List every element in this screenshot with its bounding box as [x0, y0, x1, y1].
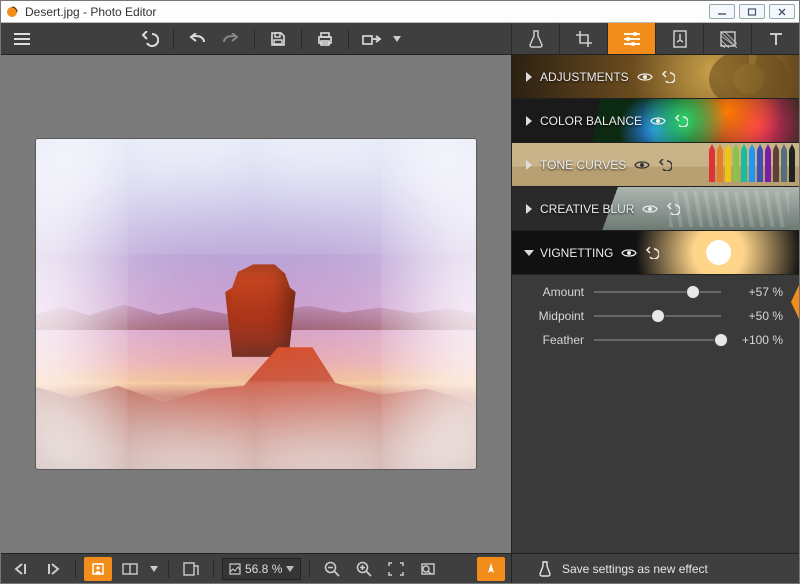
visibility-icon[interactable] — [650, 116, 666, 126]
category-tone-curves[interactable]: TONE CURVES — [512, 143, 799, 187]
save-button[interactable] — [263, 26, 293, 52]
print-button[interactable] — [310, 26, 340, 52]
side-panel: ADJUSTMENTS COLOR BALANCE — [511, 55, 799, 553]
export-button[interactable] — [357, 26, 387, 52]
amount-row: Amount +57 % — [522, 285, 783, 299]
chevron-right-icon — [526, 72, 532, 82]
redo-step-button[interactable] — [216, 26, 246, 52]
maximize-button[interactable] — [739, 4, 765, 19]
chevron-down-icon — [524, 250, 534, 256]
before-after-split-button[interactable] — [116, 557, 144, 581]
visibility-icon[interactable] — [637, 72, 653, 82]
snapshot-button[interactable] — [177, 557, 205, 581]
feather-row: Feather +100 % — [522, 333, 783, 347]
canvas-area[interactable] — [1, 55, 511, 553]
titlebar: Desert.jpg - Photo Editor — [1, 1, 799, 23]
save-effect-link[interactable]: Save settings as new effect — [562, 562, 708, 576]
midpoint-label: Midpoint — [522, 309, 584, 323]
prev-image-button[interactable] — [7, 557, 35, 581]
undo-step-button[interactable] — [182, 26, 212, 52]
before-after-portrait-button[interactable] — [84, 557, 112, 581]
category-creative-blur[interactable]: CREATIVE BLUR — [512, 187, 799, 231]
amount-label: Amount — [522, 285, 584, 299]
canvas-image — [36, 139, 476, 469]
chevron-right-icon — [526, 204, 532, 214]
category-adjustments[interactable]: ADJUSTMENTS — [512, 55, 799, 99]
separator — [254, 29, 255, 49]
frame-icon — [672, 30, 688, 48]
category-label: CREATIVE BLUR — [540, 202, 634, 216]
window-controls — [709, 4, 795, 19]
zoom-display[interactable]: 56.8 % — [222, 558, 301, 580]
visibility-icon[interactable] — [642, 204, 658, 214]
category-vignetting[interactable]: VIGNETTING — [512, 231, 799, 275]
app-window: Desert.jpg - Photo Editor — [0, 0, 800, 584]
chevron-right-icon — [526, 160, 532, 170]
amount-value: +57 % — [731, 285, 783, 299]
zoom-in-button[interactable] — [350, 557, 378, 581]
fit-screen-button[interactable] — [382, 557, 410, 581]
text-tab[interactable] — [751, 23, 799, 54]
separator — [173, 29, 174, 49]
frames-tab[interactable] — [655, 23, 703, 54]
flask-icon — [528, 30, 544, 48]
feather-label: Feather — [522, 333, 584, 347]
amount-slider[interactable] — [594, 285, 721, 299]
visibility-icon[interactable] — [634, 160, 650, 170]
textures-tab[interactable] — [703, 23, 751, 54]
zoom-value: 56.8 % — [245, 562, 282, 576]
feather-slider[interactable] — [594, 333, 721, 347]
chevron-right-icon — [526, 116, 532, 126]
category-label: TONE CURVES — [540, 158, 626, 172]
window-title: Desert.jpg - Photo Editor — [25, 5, 709, 19]
category-color-balance[interactable]: COLOR BALANCE — [512, 99, 799, 143]
reset-icon[interactable] — [661, 71, 675, 83]
next-image-button[interactable] — [39, 557, 67, 581]
reset-icon[interactable] — [658, 159, 672, 171]
main-area: ADJUSTMENTS COLOR BALANCE — [1, 55, 799, 553]
undo-button[interactable] — [135, 26, 165, 52]
chevron-down-icon — [286, 566, 294, 572]
minimize-button[interactable] — [709, 4, 735, 19]
category-label: ADJUSTMENTS — [540, 70, 629, 84]
navigator-button[interactable] — [477, 557, 505, 581]
texture-icon — [719, 30, 737, 48]
image-icon — [229, 563, 241, 575]
midpoint-slider[interactable] — [594, 309, 721, 323]
bottom-toolbar: 56.8 % Save settings as new effect — [1, 553, 799, 583]
reset-icon[interactable] — [666, 203, 680, 215]
text-icon — [768, 31, 784, 47]
reset-icon[interactable] — [645, 247, 659, 259]
flask-icon — [538, 561, 552, 577]
tool-tabs — [511, 23, 799, 54]
separator — [301, 29, 302, 49]
zoom-out-button[interactable] — [318, 557, 346, 581]
top-toolbar — [1, 23, 799, 55]
app-icon — [5, 5, 19, 19]
export-dropdown[interactable] — [391, 26, 403, 52]
vignetting-controls: Amount +57 % Midpoint +50 % Feather — [512, 275, 799, 359]
visibility-icon[interactable] — [621, 248, 637, 258]
close-button[interactable] — [769, 4, 795, 19]
bottom-toolbar-right: Save settings as new effect — [511, 554, 799, 583]
sliders-icon — [623, 31, 641, 47]
actual-size-button[interactable] — [414, 557, 442, 581]
top-toolbar-left — [1, 23, 511, 54]
midpoint-value: +50 % — [731, 309, 783, 323]
adjust-tab[interactable] — [607, 23, 655, 54]
effects-tab[interactable] — [511, 23, 559, 54]
category-label: COLOR BALANCE — [540, 114, 642, 128]
separator — [348, 29, 349, 49]
before-after-dropdown[interactable] — [148, 557, 160, 581]
menu-button[interactable] — [7, 26, 37, 52]
reset-icon[interactable] — [674, 115, 688, 127]
feather-value: +100 % — [731, 333, 783, 347]
crop-tab[interactable] — [559, 23, 607, 54]
midpoint-row: Midpoint +50 % — [522, 309, 783, 323]
crop-icon — [575, 30, 593, 48]
bottom-toolbar-left: 56.8 % — [1, 554, 511, 583]
category-label: VIGNETTING — [540, 246, 613, 260]
